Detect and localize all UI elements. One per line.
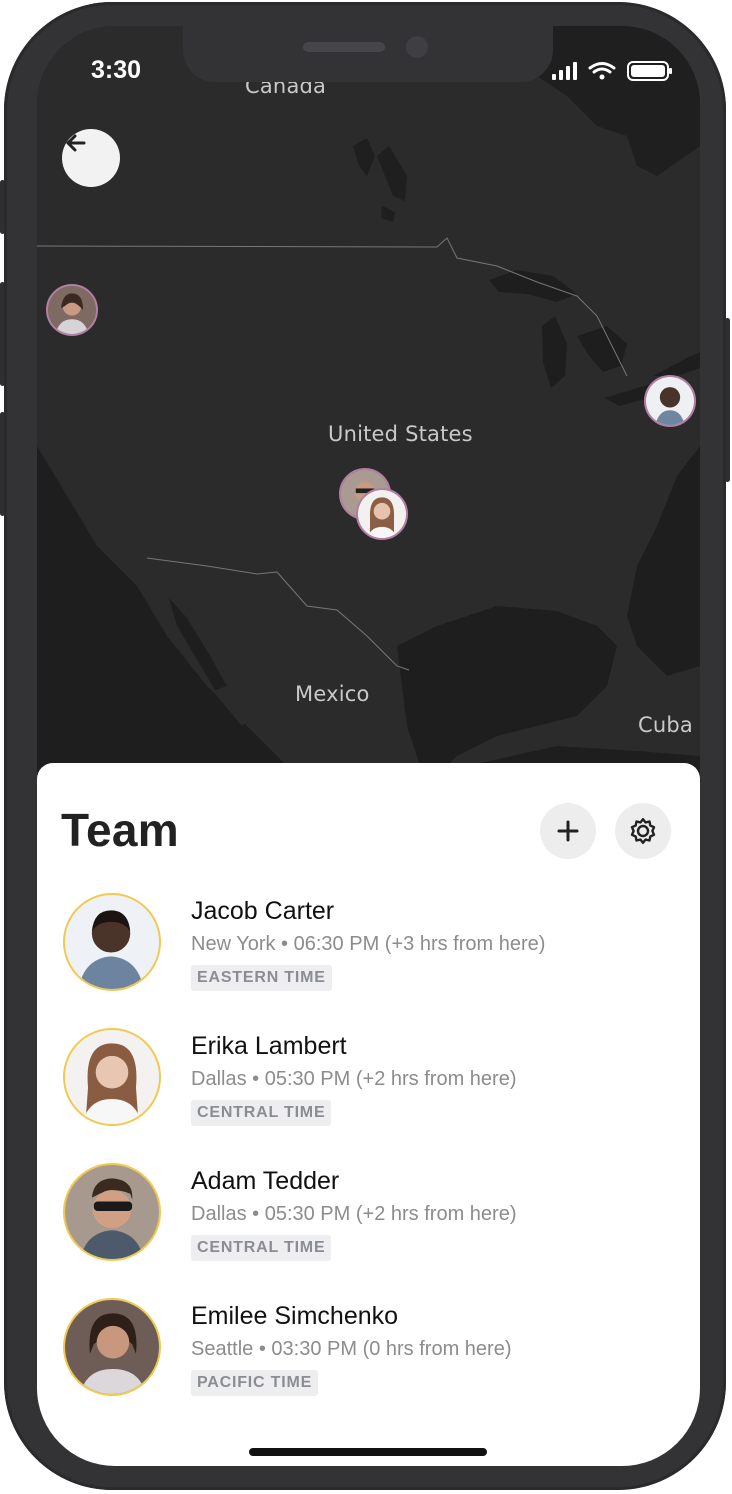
avatar bbox=[63, 1298, 161, 1396]
timezone-badge: EASTERN TIME bbox=[191, 965, 332, 991]
member-detail: Dallas • 05:30 PM (+2 hrs from here) bbox=[191, 1203, 517, 1225]
plus-icon bbox=[557, 820, 579, 842]
member-detail: Dallas • 05:30 PM (+2 hrs from here) bbox=[191, 1068, 517, 1090]
member-location: New York bbox=[191, 933, 276, 955]
member-time: 06:30 PM bbox=[293, 933, 380, 955]
member-detail: New York • 06:30 PM (+3 hrs from here) bbox=[191, 933, 546, 955]
map-pin-emilee[interactable] bbox=[46, 284, 98, 336]
avatar-jacob-image bbox=[646, 377, 694, 425]
team-sheet: Team Jacob Carter New York • 06:30 PM (+… bbox=[37, 763, 700, 1466]
timezone-badge: CENTRAL TIME bbox=[191, 1100, 332, 1126]
arrow-left-icon bbox=[66, 134, 86, 152]
map-view[interactable]: Canada United States Mexico Cuba bbox=[37, 26, 700, 786]
timezone-badge: PACIFIC TIME bbox=[191, 1370, 319, 1396]
member-name: Adam Tedder bbox=[191, 1167, 340, 1195]
avatar-adam-image bbox=[65, 1165, 159, 1259]
team-title: Team bbox=[61, 804, 179, 856]
power-button bbox=[725, 318, 730, 482]
add-member-button[interactable] bbox=[540, 803, 596, 859]
home-indicator[interactable] bbox=[249, 1448, 487, 1456]
avatar bbox=[63, 1163, 161, 1261]
map-label-cuba: Cuba bbox=[638, 713, 693, 737]
settings-button[interactable] bbox=[615, 803, 671, 859]
member-location: Dallas bbox=[191, 1068, 247, 1090]
team-member-row[interactable]: Emilee Simchenko Seattle • 03:30 PM (0 h… bbox=[61, 1298, 681, 1410]
status-time: 3:30 bbox=[91, 56, 142, 84]
avatar bbox=[63, 1028, 161, 1126]
cellular-signal-icon bbox=[552, 62, 577, 80]
map-label-united-states: United States bbox=[328, 422, 473, 446]
member-name: Jacob Carter bbox=[191, 897, 335, 925]
map-pin-jacob[interactable] bbox=[644, 375, 696, 427]
phone-frame: Canada United States Mexico Cuba 3:30 Te… bbox=[0, 2, 730, 1490]
member-detail: Seattle • 03:30 PM (0 hrs from here) bbox=[191, 1338, 512, 1360]
screen: Canada United States Mexico Cuba 3:30 Te… bbox=[37, 26, 700, 1466]
mute-switch bbox=[0, 180, 5, 234]
volume-up-button bbox=[0, 282, 5, 386]
front-camera bbox=[406, 36, 428, 58]
member-offset: (+3 hrs from here) bbox=[384, 933, 546, 955]
team-member-row[interactable]: Jacob Carter New York • 06:30 PM (+3 hrs… bbox=[61, 893, 681, 1005]
member-location: Dallas bbox=[191, 1203, 247, 1225]
avatar bbox=[63, 893, 161, 991]
member-time: 05:30 PM bbox=[264, 1068, 351, 1090]
avatar-emilee-image bbox=[65, 1300, 159, 1394]
battery-icon bbox=[627, 61, 672, 81]
wifi-icon bbox=[588, 62, 616, 80]
back-button[interactable] bbox=[62, 129, 120, 187]
map-label-mexico: Mexico bbox=[295, 682, 370, 706]
map-shapes bbox=[37, 26, 700, 786]
avatar-erika-image bbox=[65, 1030, 159, 1124]
team-member-row[interactable]: Erika Lambert Dallas • 05:30 PM (+2 hrs … bbox=[61, 1028, 681, 1140]
member-offset: (0 hrs from here) bbox=[362, 1338, 512, 1360]
member-offset: (+2 hrs from here) bbox=[355, 1068, 517, 1090]
member-name: Emilee Simchenko bbox=[191, 1302, 399, 1330]
member-location: Seattle bbox=[191, 1338, 254, 1360]
member-offset: (+2 hrs from here) bbox=[355, 1203, 517, 1225]
member-time: 03:30 PM bbox=[271, 1338, 357, 1360]
timezone-badge: CENTRAL TIME bbox=[191, 1235, 332, 1261]
member-name: Erika Lambert bbox=[191, 1032, 347, 1060]
volume-down-button bbox=[0, 412, 5, 516]
notch bbox=[183, 26, 553, 82]
avatar-jacob-image bbox=[65, 895, 159, 989]
avatar-emilee-image bbox=[48, 286, 96, 334]
map-pin-erika[interactable] bbox=[356, 488, 408, 540]
speaker bbox=[303, 42, 385, 52]
team-member-row[interactable]: Adam Tedder Dallas • 05:30 PM (+2 hrs fr… bbox=[61, 1163, 681, 1275]
member-time: 05:30 PM bbox=[264, 1203, 351, 1225]
gear-icon bbox=[630, 818, 656, 845]
status-icons bbox=[552, 61, 672, 81]
avatar-erika-image bbox=[358, 490, 406, 538]
